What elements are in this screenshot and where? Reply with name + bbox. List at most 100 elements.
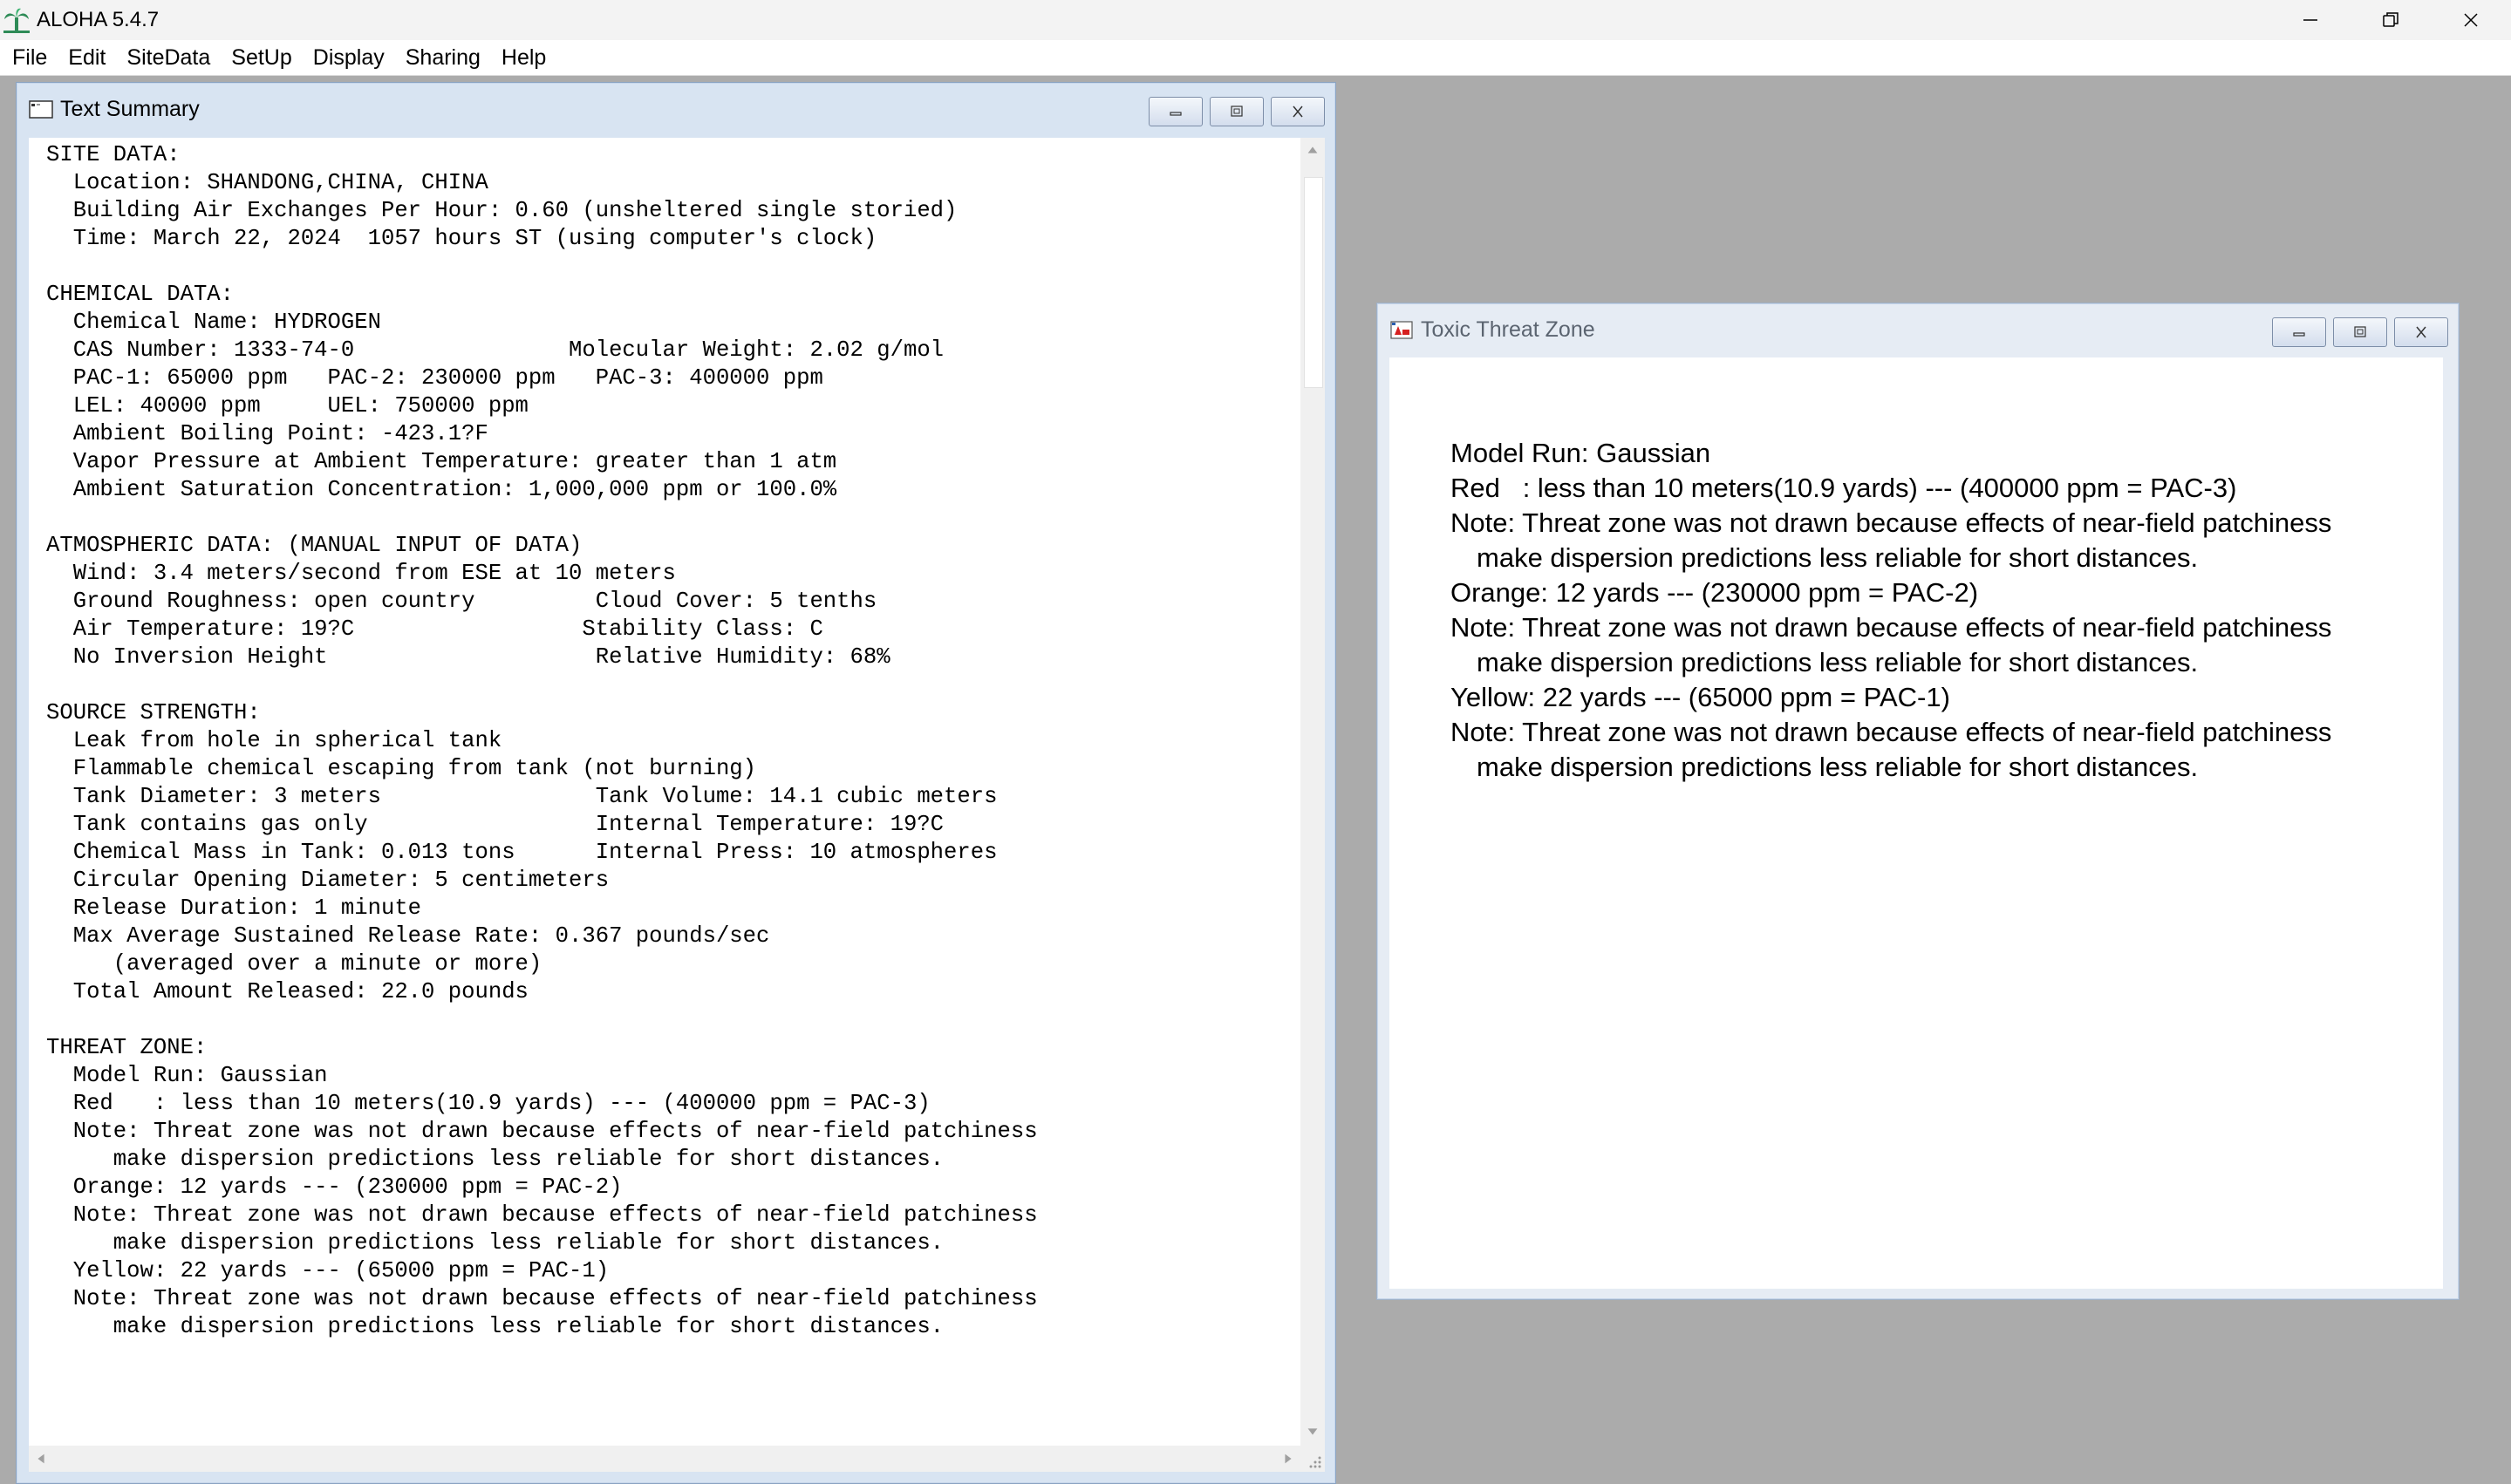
threat-zone-text-block: Model Run: Gaussian Red : less than 10 me…: [1450, 436, 2331, 785]
horizontal-scrollbar[interactable]: [29, 1446, 1300, 1472]
scroll-up-icon[interactable]: [1304, 141, 1321, 159]
summary-line: Orange: 12 yards --- (230000 ppm = PAC-2…: [46, 1174, 623, 1200]
text-summary-title: Text Summary: [60, 96, 200, 121]
scroll-left-icon[interactable]: [32, 1450, 50, 1467]
restore-icon: [2383, 12, 2398, 27]
summary-line: Max Average Sustained Release Rate: 0.36…: [46, 923, 770, 949]
close-icon: [2464, 13, 2478, 27]
toxic-threat-zone-title-bar[interactable]: Toxic Threat Zone: [1377, 303, 2459, 356]
summary-line: Circular Opening Diameter: 5 centimeters: [46, 868, 610, 893]
toxic-threat-zone-content[interactable]: Model Run: Gaussian Red : less than 10 me…: [1389, 357, 2443, 1289]
threat-zone-line: Red : less than 10 meters(10.9 yards) --…: [1450, 473, 2237, 503]
toxic-threat-zone-close-button[interactable]: [2394, 317, 2448, 347]
menu-help[interactable]: Help: [491, 40, 556, 75]
menu-file[interactable]: File: [0, 40, 58, 75]
summary-line: SOURCE STRENGTH:: [46, 700, 261, 725]
app-title: ALOHA 5.4.7: [37, 8, 160, 31]
vertical-scrollbar[interactable]: [1300, 138, 1325, 1446]
close-icon: [1293, 106, 1303, 118]
summary-line: make dispersion predictions less reliabl…: [46, 1147, 945, 1172]
toxic-threat-zone-window-controls: [2272, 317, 2448, 347]
threat-zone-line: make dispersion predictions less reliabl…: [1477, 752, 2199, 782]
summary-line: THREAT ZONE:: [46, 1035, 208, 1060]
vertical-scroll-thumb[interactable]: [1304, 177, 1323, 388]
threat-zone-line: make dispersion predictions less reliabl…: [1477, 542, 2199, 573]
summary-line: LEL: 40000 ppm UEL: 750000 ppm: [46, 393, 529, 419]
summary-line: Tank Diameter: 3 meters Tank Volume: 14.…: [46, 784, 998, 809]
threat-zone-line: Note: Threat zone was not drawn because …: [1450, 507, 2332, 538]
resize-grip-icon[interactable]: [1300, 1446, 1325, 1472]
threat-zone-icon: [1389, 319, 1414, 340]
summary-line: Release Duration: 1 minute: [46, 895, 422, 921]
summary-line: PAC-1: 65000 ppm PAC-2: 230000 ppm PAC-3…: [46, 365, 823, 391]
restore-button[interactable]: [2351, 0, 2431, 40]
summary-line: Wind: 3.4 meters/second from ESE at 10 m…: [46, 561, 676, 586]
toxic-threat-zone-minimize-button[interactable]: [2272, 317, 2326, 347]
summary-line: Ambient Boiling Point: -423.1?F: [46, 421, 488, 446]
close-button[interactable]: [2431, 0, 2511, 40]
threat-zone-line: Yellow: 22 yards --- (65000 ppm = PAC-1): [1450, 682, 1950, 712]
aloha-logo-icon: [3, 7, 30, 33]
menu-edit[interactable]: Edit: [58, 40, 116, 75]
summary-line: Chemical Mass in Tank: 0.013 tons Intern…: [46, 840, 998, 865]
maximize-icon: [1231, 106, 1243, 117]
minimize-button[interactable]: [2270, 0, 2351, 40]
text-summary-window: Text Summary SITE DATA: Location: SHANDO…: [16, 82, 1336, 1484]
summary-line: Yellow: 22 yards --- (65000 ppm = PAC-1): [46, 1258, 610, 1283]
summary-line: make dispersion predictions less reliabl…: [46, 1314, 945, 1339]
summary-line: (averaged over a minute or more): [46, 951, 542, 977]
summary-line: Building Air Exchanges Per Hour: 0.60 (u…: [46, 198, 958, 223]
menu-bar: File Edit SiteData SetUp Display Sharing…: [0, 40, 2511, 76]
toxic-threat-zone-title: Toxic Threat Zone: [1421, 317, 1595, 342]
summary-line: Location: SHANDONG,CHINA, CHINA: [46, 170, 488, 195]
summary-line: Ground Roughness: open country Cloud Cov…: [46, 589, 877, 614]
threat-zone-line: Orange: 12 yards --- (230000 ppm = PAC-2…: [1450, 577, 1979, 608]
scroll-right-icon[interactable]: [1279, 1450, 1297, 1467]
summary-line: Air Temperature: 19?C Stability Class: C: [46, 616, 823, 642]
toxic-threat-zone-maximize-button[interactable]: [2333, 317, 2387, 347]
summary-line: Flammable chemical escaping from tank (n…: [46, 756, 757, 781]
close-icon: [2416, 326, 2426, 338]
summary-line: No Inversion Height Relative Humidity: 6…: [46, 644, 890, 670]
summary-line: SITE DATA:: [46, 142, 181, 167]
summary-line: CHEMICAL DATA:: [46, 282, 235, 307]
summary-line: Ambient Saturation Concentration: 1,000,…: [46, 477, 837, 502]
threat-zone-line: Note: Threat zone was not drawn because …: [1450, 612, 2332, 643]
summary-line: make dispersion predictions less reliabl…: [46, 1230, 945, 1256]
text-summary-close-button[interactable]: [1271, 97, 1325, 126]
minimize-icon: [1170, 112, 1182, 116]
summary-line: Note: Threat zone was not drawn because …: [46, 1202, 1038, 1228]
summary-line: Vapor Pressure at Ambient Temperature: g…: [46, 449, 837, 474]
menu-display[interactable]: Display: [303, 40, 395, 75]
toxic-threat-zone-window: Toxic Threat Zone Model Run: Gaussian Red…: [1376, 303, 2460, 1300]
maximize-icon: [2354, 326, 2366, 337]
text-summary-minimize-button[interactable]: [1149, 97, 1203, 126]
menu-setup[interactable]: SetUp: [221, 40, 302, 75]
minimize-icon: [2303, 19, 2317, 21]
window-controls: [2270, 0, 2511, 40]
summary-line: Tank contains gas only Internal Temperat…: [46, 812, 945, 837]
summary-line: Total Amount Released: 22.0 pounds: [46, 979, 529, 1004]
summary-line: Leak from hole in spherical tank: [46, 728, 502, 753]
text-document-icon: [29, 99, 53, 119]
text-summary-maximize-button[interactable]: [1210, 97, 1264, 126]
menu-sharing[interactable]: Sharing: [395, 40, 491, 75]
summary-line: Chemical Name: HYDROGEN: [46, 310, 381, 335]
app-title-bar: ALOHA 5.4.7: [0, 0, 2511, 40]
mdi-workspace: Text Summary SITE DATA: Location: SHANDO…: [0, 76, 2511, 1484]
text-summary-title-bar[interactable]: Text Summary: [17, 83, 1335, 135]
text-summary-content[interactable]: SITE DATA: Location: SHANDONG,CHINA, CHI…: [29, 138, 1300, 1446]
threat-zone-line: make dispersion predictions less reliabl…: [1477, 647, 2199, 677]
summary-line: ATMOSPHERIC DATA: (MANUAL INPUT OF DATA): [46, 533, 583, 558]
text-summary-window-controls: [1149, 97, 1325, 126]
summary-line: Red : less than 10 meters(10.9 yards) --…: [46, 1091, 931, 1116]
menu-sitedata[interactable]: SiteData: [116, 40, 221, 75]
summary-line: Time: March 22, 2024 1057 hours ST (usin…: [46, 226, 877, 251]
summary-line: Note: Threat zone was not drawn because …: [46, 1119, 1038, 1144]
threat-zone-line: Note: Threat zone was not drawn because …: [1450, 717, 2332, 747]
summary-line: CAS Number: 1333-74-0 Molecular Weight: …: [46, 337, 945, 363]
text-summary-body: SITE DATA: Location: SHANDONG,CHINA, CHI…: [46, 141, 1038, 1341]
scroll-down-icon[interactable]: [1304, 1423, 1321, 1440]
minimize-icon: [2293, 332, 2305, 337]
threat-zone-line: Model Run: Gaussian: [1450, 438, 1711, 468]
